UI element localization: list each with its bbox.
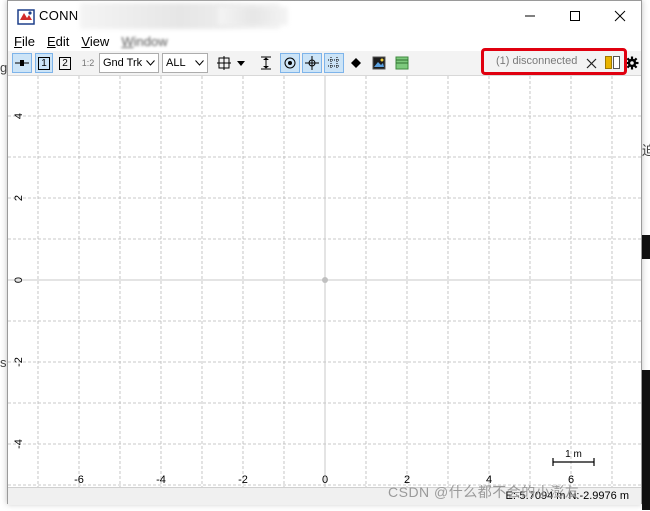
view-1-button[interactable]: 1 xyxy=(35,53,53,73)
x-tick-label: 0 xyxy=(322,474,328,486)
target-icon xyxy=(284,57,296,69)
vertical-extent-icon xyxy=(261,56,271,70)
y-tick-label: 0 xyxy=(13,277,25,283)
y-tick-label: -2 xyxy=(13,357,25,367)
line-mode-button[interactable] xyxy=(12,53,32,73)
chevron-down-icon xyxy=(195,60,204,66)
scale-bar-label: 1 m xyxy=(565,449,582,460)
marker-button[interactable] xyxy=(347,53,365,73)
center-target-button[interactable] xyxy=(280,53,300,73)
view-2-label: 2 xyxy=(59,56,71,70)
image-layer-button[interactable] xyxy=(369,53,389,73)
connection-status-text: (1) disconnected xyxy=(496,55,578,67)
gear-icon xyxy=(625,56,639,70)
menu-window[interactable]: Window xyxy=(115,34,173,49)
maximize-button[interactable] xyxy=(552,1,598,31)
close-icon xyxy=(614,10,626,22)
background-fragment xyxy=(642,235,650,259)
view-2-button[interactable]: 2 xyxy=(56,53,74,73)
map-plot[interactable]: -6 -4 -2 0 2 4 6420-2-41 m xyxy=(8,76,641,488)
app-window: CONN File Edit View Window 1 2 1:2 Gnd T… xyxy=(7,0,642,505)
chevron-down-icon xyxy=(146,60,155,66)
view-1-label: 1 xyxy=(38,56,50,70)
connection-indicator-icon[interactable] xyxy=(605,56,621,69)
minimize-button[interactable] xyxy=(507,1,553,31)
title-bar[interactable]: CONN xyxy=(8,1,641,31)
background-fragment: 迫 xyxy=(642,143,650,158)
maximize-icon xyxy=(570,11,580,21)
connection-status-group: (1) disconnected xyxy=(481,48,627,75)
window-title: CONN xyxy=(39,8,79,23)
minimize-icon xyxy=(525,15,535,17)
origin-crosshair-button[interactable] xyxy=(302,53,322,73)
redacted-title-area xyxy=(218,7,288,25)
x-tick-label: -2 xyxy=(238,474,248,486)
background-fragment: s xyxy=(0,355,7,370)
mode-select-value: Gnd Trk xyxy=(103,57,143,69)
y-tick-label: 4 xyxy=(13,113,25,119)
crosshair-box-icon xyxy=(217,56,231,70)
menu-edit[interactable]: Edit xyxy=(41,34,75,49)
filter-select-value: ALL xyxy=(166,57,186,69)
filter-select[interactable]: ALL xyxy=(162,53,208,73)
menu-view[interactable]: View xyxy=(75,34,115,49)
disconnect-close-icon[interactable] xyxy=(586,58,597,69)
crosshair-icon xyxy=(305,56,319,70)
background-fragment xyxy=(642,370,650,510)
app-logo-icon xyxy=(17,9,35,25)
view-1-2-button[interactable]: 1:2 xyxy=(77,53,99,73)
mode-select[interactable]: Gnd Trk xyxy=(99,53,159,73)
menu-file[interactable]: File xyxy=(8,34,41,49)
fit-vertical-button[interactable] xyxy=(257,53,275,73)
grid-icon xyxy=(328,57,340,69)
line-point-icon xyxy=(15,60,29,66)
close-window-button[interactable] xyxy=(597,1,643,31)
crosshair-dropdown-button[interactable] xyxy=(213,53,249,73)
image-icon xyxy=(372,56,386,70)
grid-toggle-button[interactable] xyxy=(324,53,344,73)
layout-button[interactable] xyxy=(392,53,412,73)
x-tick-label: -6 xyxy=(74,474,84,486)
view-1-2-label: 1:2 xyxy=(81,58,95,68)
layout-icon xyxy=(395,56,409,70)
dropdown-arrow-icon xyxy=(237,60,245,66)
diamond-icon xyxy=(351,58,361,68)
origin-marker xyxy=(322,277,328,283)
y-tick-label: -4 xyxy=(13,439,25,449)
x-tick-label: -4 xyxy=(156,474,166,486)
y-tick-label: 2 xyxy=(13,195,25,201)
watermark: CSDN @什么都不会的小澎友 xyxy=(388,484,580,500)
